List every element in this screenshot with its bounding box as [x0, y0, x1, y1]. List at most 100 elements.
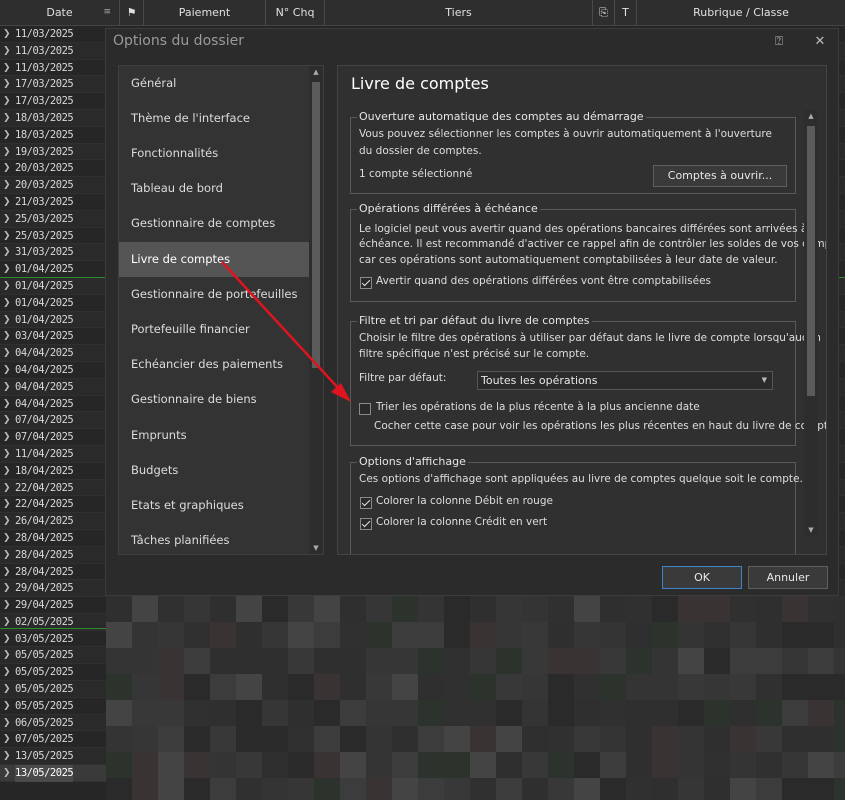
- nav-item-theme[interactable]: Thème de l'interface: [119, 101, 309, 136]
- ok-button[interactable]: OK: [662, 566, 742, 589]
- column-rubrique[interactable]: Rubrique / Classe: [637, 0, 845, 25]
- expand-chevron-icon[interactable]: ❯: [3, 765, 11, 782]
- nav-scrollbar[interactable]: ▲ ▼: [309, 66, 323, 554]
- blur-cell: [470, 778, 496, 800]
- expand-chevron-icon[interactable]: ❯: [3, 429, 11, 446]
- default-filter-select[interactable]: Toutes les opérations ▼: [477, 371, 773, 390]
- expand-chevron-icon[interactable]: ❯: [3, 43, 11, 60]
- nav-item-portefeuille-financier[interactable]: Portefeuille financier: [119, 312, 309, 347]
- expand-chevron-icon[interactable]: ❯: [3, 76, 11, 93]
- scroll-up-icon[interactable]: ▲: [804, 110, 818, 122]
- expand-chevron-icon[interactable]: ❯: [3, 60, 11, 77]
- expand-chevron-icon[interactable]: ❯: [3, 362, 11, 379]
- expand-chevron-icon[interactable]: ❯: [3, 177, 11, 194]
- expand-chevron-icon[interactable]: ❯: [3, 496, 11, 513]
- expand-chevron-icon[interactable]: ❯: [3, 194, 11, 211]
- expand-chevron-icon[interactable]: ❯: [3, 295, 11, 312]
- sort-recent-checkbox[interactable]: [359, 403, 371, 415]
- column-paiement[interactable]: Paiement: [144, 0, 266, 25]
- expand-chevron-icon[interactable]: ❯: [3, 715, 11, 732]
- nav-item-portefeuilles[interactable]: Gestionnaire de portefeuilles: [119, 277, 309, 312]
- expand-chevron-icon[interactable]: ❯: [3, 328, 11, 345]
- expand-chevron-icon[interactable]: ❯: [3, 480, 11, 497]
- expand-chevron-icon[interactable]: ❯: [3, 261, 11, 278]
- expand-chevron-icon[interactable]: ❯: [3, 564, 11, 581]
- blur-cell: [522, 674, 548, 700]
- expand-chevron-icon[interactable]: ❯: [3, 345, 11, 362]
- expand-chevron-icon[interactable]: ❯: [3, 144, 11, 161]
- close-icon[interactable]: ✕: [811, 33, 829, 51]
- blur-cell: [496, 674, 522, 700]
- flag-icon[interactable]: ⚑: [120, 0, 144, 25]
- nav-item-etats[interactable]: Etats et graphiques: [119, 488, 309, 523]
- panel-scrollbar[interactable]: ▲ ▼: [804, 110, 818, 536]
- scroll-down-icon[interactable]: ▼: [309, 542, 323, 554]
- expand-chevron-icon[interactable]: ❯: [3, 698, 11, 715]
- expand-chevron-icon[interactable]: ❯: [3, 244, 11, 261]
- nav-item-general[interactable]: Général: [119, 66, 309, 101]
- expand-chevron-icon[interactable]: ❯: [3, 681, 11, 698]
- expand-chevron-icon[interactable]: ❯: [3, 160, 11, 177]
- column-t[interactable]: T: [615, 0, 637, 25]
- attachment-icon[interactable]: ⎘: [593, 0, 615, 25]
- expand-chevron-icon[interactable]: ❯: [3, 278, 11, 295]
- expand-chevron-icon[interactable]: ❯: [3, 379, 11, 396]
- expand-chevron-icon[interactable]: ❯: [3, 312, 11, 329]
- column-cheque[interactable]: N° Chq: [266, 0, 325, 25]
- expand-chevron-icon[interactable]: ❯: [3, 748, 11, 765]
- nav-item-livre-de-comptes[interactable]: Livre de comptes: [119, 242, 309, 277]
- blur-cell: [730, 596, 756, 622]
- description-text: Vous pouvez sélectionner les comptes à o…: [359, 128, 772, 140]
- nav-item-tableau-de-bord[interactable]: Tableau de bord: [119, 171, 309, 206]
- blur-cell: [314, 752, 340, 778]
- scroll-down-icon[interactable]: ▼: [804, 524, 818, 536]
- accounts-to-open-button[interactable]: Comptes à ouvrir...: [653, 165, 787, 187]
- nav-item-budgets[interactable]: Budgets: [119, 453, 309, 488]
- nav-item-biens[interactable]: Gestionnaire de biens: [119, 382, 309, 417]
- column-date[interactable]: Date ≡: [0, 0, 120, 25]
- expand-chevron-icon[interactable]: ❯: [3, 580, 11, 597]
- expand-chevron-icon[interactable]: ❯: [3, 211, 11, 228]
- blur-cell: [158, 726, 184, 752]
- scroll-up-icon[interactable]: ▲: [309, 66, 323, 78]
- expand-chevron-icon[interactable]: ❯: [3, 446, 11, 463]
- blur-cell: [756, 648, 782, 674]
- scroll-thumb[interactable]: [807, 126, 815, 396]
- expand-chevron-icon[interactable]: ❯: [3, 93, 11, 110]
- blur-cell: [626, 778, 652, 800]
- expand-chevron-icon[interactable]: ❯: [3, 547, 11, 564]
- nav-item-emprunts[interactable]: Emprunts: [119, 418, 309, 453]
- expand-chevron-icon[interactable]: ❯: [3, 127, 11, 144]
- expand-chevron-icon[interactable]: ❯: [3, 647, 11, 664]
- expand-chevron-icon[interactable]: ❯: [3, 396, 11, 413]
- blur-cell: [158, 674, 184, 700]
- cancel-button[interactable]: Annuler: [748, 566, 828, 589]
- nav-item-fonctionnalites[interactable]: Fonctionnalités: [119, 136, 309, 171]
- expand-chevron-icon[interactable]: ❯: [3, 597, 11, 614]
- credit-green-checkbox[interactable]: [360, 518, 372, 530]
- expand-chevron-icon[interactable]: ❯: [3, 228, 11, 245]
- debit-red-checkbox[interactable]: [360, 497, 372, 509]
- nav-item-echeancier[interactable]: Echéancier des paiements: [119, 347, 309, 382]
- expand-chevron-icon[interactable]: ❯: [3, 631, 11, 648]
- row-date: 13/05/2025: [15, 765, 74, 782]
- expand-chevron-icon[interactable]: ❯: [3, 412, 11, 429]
- expand-chevron-icon[interactable]: ❯: [3, 513, 11, 530]
- warn-deferred-checkbox[interactable]: [360, 277, 372, 289]
- help-icon[interactable]: ⍰: [770, 33, 788, 51]
- column-tiers[interactable]: Tiers: [325, 0, 593, 25]
- blur-cell: [314, 726, 340, 752]
- scroll-thumb[interactable]: [312, 82, 320, 368]
- expand-chevron-icon[interactable]: ❯: [3, 664, 11, 681]
- expand-chevron-icon[interactable]: ❯: [3, 530, 11, 547]
- blur-cell: [782, 726, 808, 752]
- blur-cell: [236, 726, 262, 752]
- blur-cell: [574, 622, 600, 648]
- expand-chevron-icon[interactable]: ❯: [3, 463, 11, 480]
- nav-item-gestionnaire-comptes[interactable]: Gestionnaire de comptes: [119, 206, 309, 241]
- expand-chevron-icon[interactable]: ❯: [3, 26, 11, 43]
- nav-item-taches[interactable]: Tâches planifiées: [119, 523, 309, 554]
- expand-chevron-icon[interactable]: ❯: [3, 731, 11, 748]
- expand-chevron-icon[interactable]: ❯: [3, 110, 11, 127]
- blur-cell: [444, 648, 470, 674]
